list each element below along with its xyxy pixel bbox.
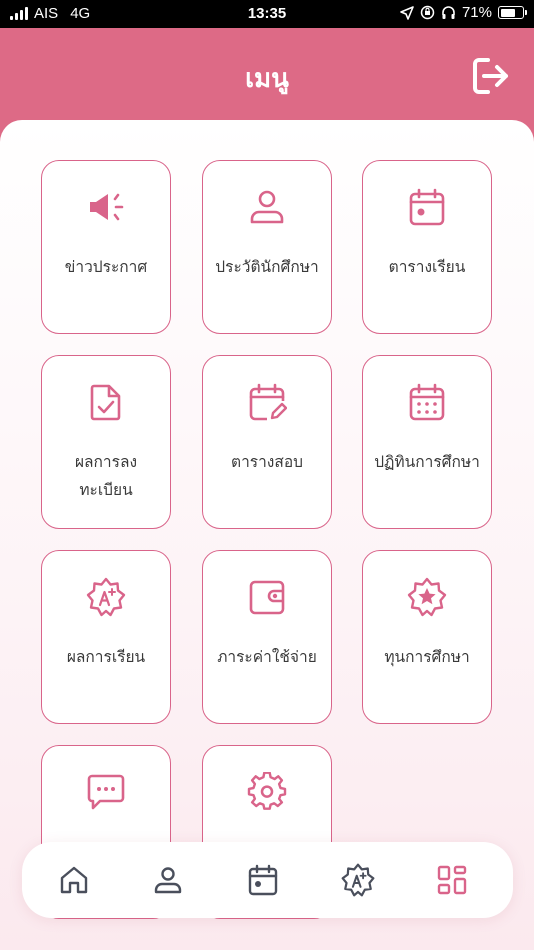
chat-icon — [87, 774, 125, 810]
gear-icon — [247, 772, 287, 810]
calendar-icon — [248, 864, 278, 896]
document-check-icon — [90, 384, 121, 421]
headphones-icon — [442, 6, 455, 19]
menu-tile-label: ข่าวประกาศ — [64, 258, 148, 276]
nav-grades[interactable] — [340, 862, 376, 898]
profile-icon — [154, 867, 182, 894]
menu-tile-class-schedule[interactable]: ตารางเรียน — [362, 160, 492, 334]
megaphone-icon — [90, 193, 124, 221]
menu-tile-news[interactable]: ข่าวประกาศ — [41, 160, 171, 334]
apps-grid-icon — [437, 865, 467, 895]
logout-icon — [473, 58, 508, 94]
menu-tile-label: ผลการเรียน — [66, 648, 146, 666]
grade-badge-icon — [86, 577, 126, 617]
rotation-lock-icon — [420, 5, 435, 20]
menu-tile-label: ประวัตินักศึกษา — [215, 258, 319, 276]
menu-tile-exam-schedule[interactable]: ตารางสอบ — [202, 355, 332, 529]
menu-tile-scholarship[interactable]: ทุนการศึกษา — [362, 550, 492, 724]
menu-tile-label: ผลการลง ทะเบียน — [74, 453, 138, 499]
nav-home[interactable] — [56, 862, 92, 898]
menu-tile-label: ปฏิทินการศึกษา — [374, 453, 480, 471]
menu-tile-label: ตารางเรียน — [388, 258, 466, 276]
nav-menu-active[interactable] — [434, 862, 470, 898]
location-icon — [400, 5, 414, 20]
nav-profile[interactable] — [150, 862, 186, 898]
menu-tile-expenses[interactable]: ภาระค่าใช้จ่าย — [202, 550, 332, 724]
menu-tile-academic-calendar[interactable]: ปฏิทินการศึกษา — [362, 355, 492, 529]
battery-icon — [498, 6, 527, 19]
calendar-day-icon — [409, 188, 445, 226]
logout-button[interactable] — [468, 54, 512, 98]
menu-tile-label: ทุนการศึกษา — [384, 648, 470, 666]
header: เมนู — [0, 28, 534, 120]
menu-tile-label: ภาระค่าใช้จ่าย — [217, 648, 317, 666]
menu-tile-registration-result[interactable]: ผลการลง ทะเบียน — [41, 355, 171, 529]
menu-tile-label: ตารางสอบ — [231, 453, 303, 471]
battery-percent: 71% — [461, 4, 492, 21]
page-title: เมนู — [245, 64, 289, 94]
calendar-grid-icon — [409, 383, 445, 421]
grade-icon — [341, 863, 375, 897]
user-icon — [250, 190, 284, 224]
calendar-edit-icon — [249, 383, 287, 421]
star-badge-icon — [407, 577, 447, 617]
menu-tile-grades[interactable]: ผลการเรียน — [41, 550, 171, 724]
wallet-icon — [249, 580, 285, 615]
home-icon — [60, 866, 88, 894]
menu-tile-student-profile[interactable]: ประวัตินักศึกษา — [202, 160, 332, 334]
status-bar: AIS 4G 13:35 71% — [0, 0, 534, 28]
nav-calendar[interactable] — [245, 862, 281, 898]
bottom-nav — [22, 842, 513, 918]
menu-panel: ข่าวประกาศ ประวัตินักศึกษา ตารางเรียน ผล… — [0, 120, 534, 950]
